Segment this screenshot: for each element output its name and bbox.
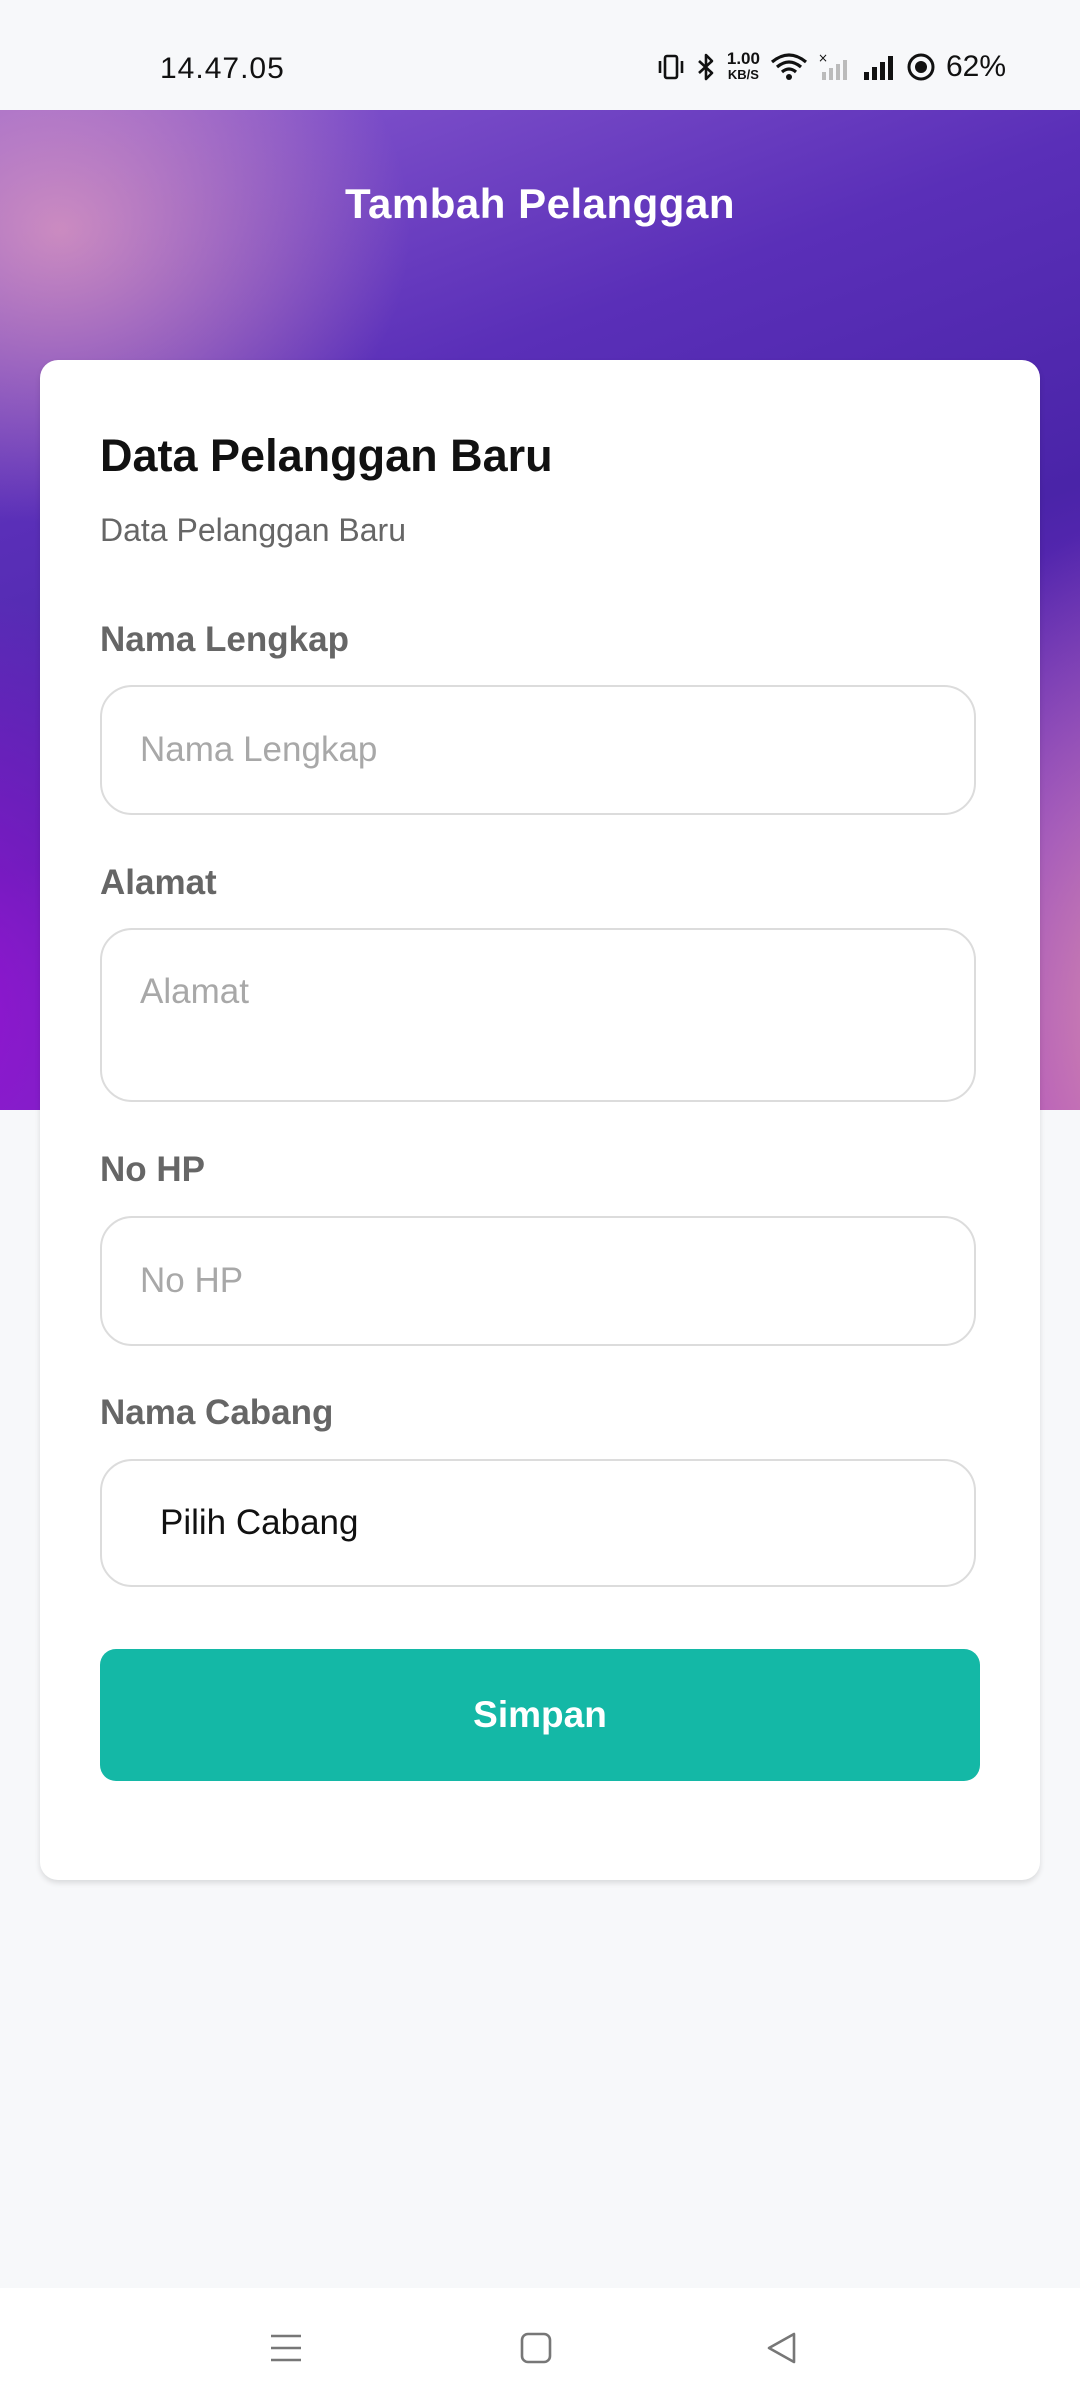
status-icons: 1.00 KB/S × 62% — [657, 50, 1006, 84]
signal-icon — [862, 52, 896, 82]
nama-cabang-select[interactable]: Pilih Cabang — [100, 1459, 976, 1587]
alamat-input[interactable] — [100, 928, 976, 1102]
vibrate-icon — [657, 52, 685, 82]
menu-button[interactable] — [256, 2318, 316, 2378]
form-title: Data Pelanggan Baru — [100, 430, 553, 481]
alamat-label: Alamat — [100, 863, 217, 902]
form-card: Data Pelanggan Baru Data Pelanggan Baru … — [40, 360, 1040, 1880]
page-title: Tambah Pelanggan — [345, 180, 735, 227]
nama-cabang-label: Nama Cabang — [100, 1393, 334, 1432]
no-hp-input[interactable] — [100, 1216, 976, 1346]
battery-icon — [906, 52, 936, 82]
status-time: 14.47.05 — [160, 52, 285, 85]
net-speed-unit: KB/S — [727, 67, 759, 82]
nama-cabang-selected: Pilih Cabang — [160, 1503, 359, 1542]
nama-lengkap-label: Nama Lengkap — [100, 620, 349, 659]
battery-percentage: 62% — [945, 50, 1006, 83]
signal-icon: × — [818, 52, 852, 82]
menu-icon — [271, 2334, 301, 2362]
home-icon — [520, 2332, 552, 2364]
navigation-bar — [0, 2288, 1080, 2400]
save-button[interactable]: Simpan — [100, 1649, 980, 1781]
home-button[interactable] — [506, 2318, 566, 2378]
bluetooth-icon — [695, 52, 717, 82]
status-bar: 14.47.05 1.00 KB/S × 62% — [0, 0, 1080, 110]
back-button[interactable] — [752, 2318, 812, 2378]
form-subtitle: Data Pelanggan Baru — [100, 512, 406, 548]
no-hp-label: No HP — [100, 1150, 205, 1189]
wifi-icon — [770, 52, 808, 82]
net-speed: 1.00 KB/S — [726, 49, 760, 83]
svg-text:×: × — [818, 52, 828, 65]
net-speed-value: 1.00 — [726, 49, 760, 68]
back-icon — [767, 2332, 796, 2364]
nama-lengkap-input[interactable] — [100, 685, 976, 815]
